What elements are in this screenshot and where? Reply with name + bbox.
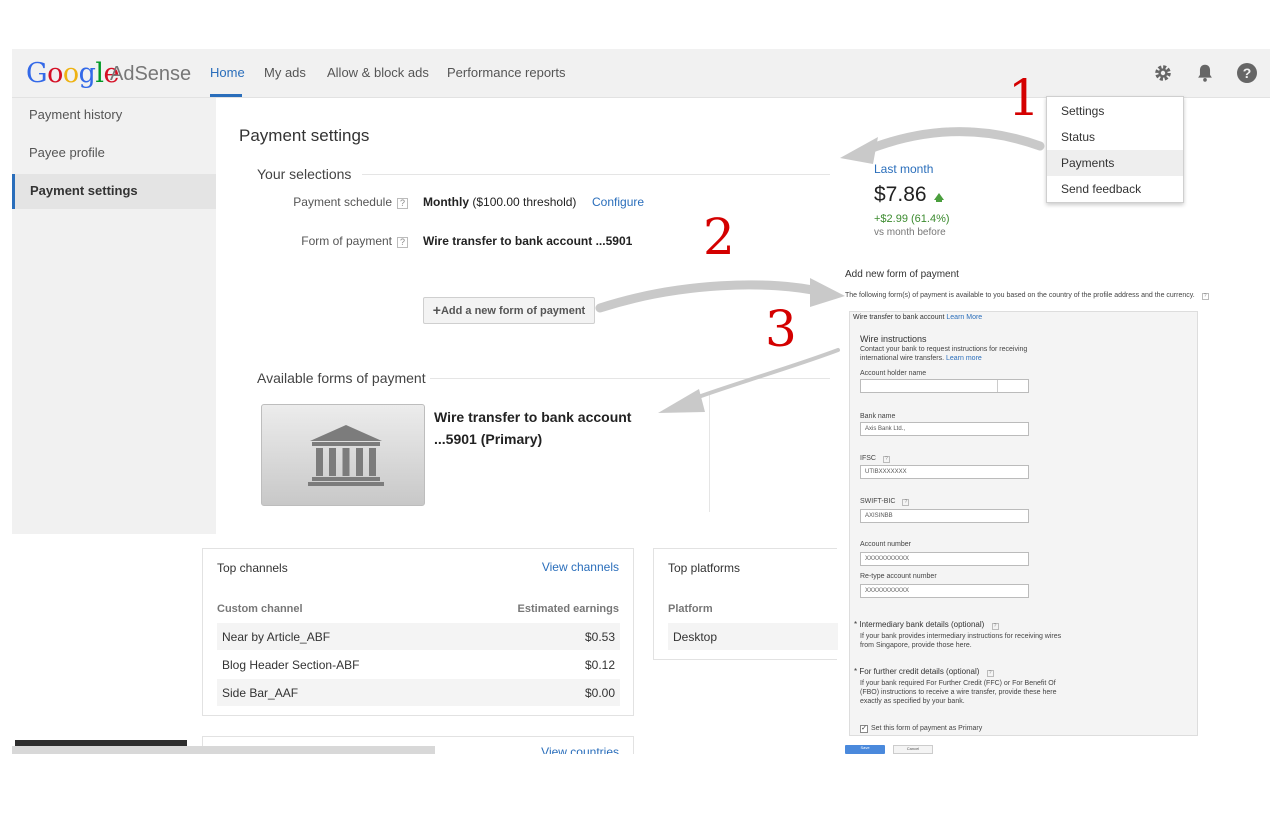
- top-platforms-title: Top platforms: [668, 561, 741, 575]
- arrow-1: [857, 127, 1045, 157]
- further-credit-text-3: exactly as specified by your bank.: [860, 698, 965, 705]
- intermediary-bank-text-2: from Singapore, provide those here.: [860, 642, 972, 649]
- top-channels-title: Top channels: [217, 561, 288, 575]
- table-row[interactable]: Near by Article_ABF $0.53: [217, 623, 620, 650]
- account-holder-input[interactable]: [860, 379, 1029, 393]
- channel-earnings: $0.53: [584, 630, 615, 644]
- channel-name: Near by Article_ABF: [222, 630, 331, 644]
- payment-availability-note: The following form(s) of payment is avai…: [845, 292, 1209, 300]
- learn-more-link[interactable]: Learn more: [946, 355, 982, 362]
- help-icon[interactable]: ?: [902, 499, 910, 506]
- annotation-number-two: 2: [703, 208, 735, 266]
- intermediary-bank-text: If your bank provides intermediary instr…: [860, 633, 1062, 640]
- ifsc-input[interactable]: UTIBXXXXXXX: [860, 465, 1029, 479]
- account-holder-label: Account holder name: [860, 370, 927, 377]
- account-number-input[interactable]: XXXXXXXXXXX: [860, 552, 1029, 566]
- arrow-1-head: [840, 137, 878, 164]
- further-credit-text-2: (FBO) instructions to receive a wire tra…: [860, 689, 1057, 696]
- wire-instructions-heading: Wire instructions: [860, 334, 927, 344]
- channel-name: Blog Header Section-ABF: [222, 658, 360, 672]
- account-number-label: Account number: [860, 541, 911, 548]
- retype-account-number-label: Re-type account number: [860, 573, 937, 580]
- arrow-3-head: [658, 389, 705, 413]
- table-row[interactable]: Desktop: [668, 623, 838, 650]
- save-button[interactable]: Save: [845, 745, 885, 754]
- primary-checkbox[interactable]: ✓: [860, 725, 868, 733]
- annotation-number-one: 1: [1008, 69, 1040, 127]
- learn-more-link[interactable]: Learn More: [946, 314, 982, 321]
- retype-account-number-input[interactable]: XXXXXXXXXXX: [860, 584, 1029, 598]
- further-credit-text: If your bank required For Further Credit…: [860, 680, 1056, 687]
- arrow-2-head: [810, 278, 845, 307]
- intermediary-bank-title[interactable]: * Intermediary bank details (optional) ?: [854, 620, 999, 630]
- cancel-button[interactable]: Cancel: [893, 745, 933, 754]
- help-icon[interactable]: ?: [991, 623, 999, 630]
- estimated-earnings-column-header: Estimated earnings: [517, 603, 619, 615]
- view-channels-link[interactable]: View channels: [542, 560, 619, 574]
- bank-name-input[interactable]: Axis Bank Ltd.,: [860, 422, 1029, 436]
- channel-earnings: $0.00: [584, 686, 615, 700]
- swift-bic-label: SWIFT-BIC ?: [860, 498, 910, 506]
- wire-instructions-text: Contact your bank to request instruction…: [860, 346, 1028, 353]
- table-row[interactable]: Side Bar_AAF $0.00: [217, 679, 620, 706]
- add-payment-form-title: Add new form of payment: [845, 269, 959, 280]
- platform-name: Desktop: [673, 630, 718, 644]
- primary-checkbox-label: Set this form of payment as Primary: [871, 725, 983, 732]
- top-channels-card: Top channels View channels Custom channe…: [202, 548, 634, 716]
- wire-instructions-text-2: international wire transfers. Learn more: [860, 355, 982, 362]
- custom-channel-column-header: Custom channel: [217, 603, 303, 615]
- wire-transfer-form-panel: Wire instructions Contact your bank to r…: [849, 311, 1198, 736]
- input-divider: [997, 380, 998, 392]
- view-countries-link[interactable]: View countries: [541, 745, 619, 754]
- ifsc-label: IFSC ?: [860, 455, 890, 463]
- help-icon[interactable]: ?: [882, 456, 890, 463]
- platform-column-header: Platform: [668, 603, 713, 615]
- help-icon[interactable]: ?: [986, 670, 994, 677]
- bottom-scrollbar[interactable]: [12, 746, 435, 754]
- channel-earnings: $0.12: [584, 658, 615, 672]
- channel-name: Side Bar_AAF: [222, 686, 299, 700]
- help-icon[interactable]: ?: [1201, 293, 1209, 300]
- bank-name-label: Bank name: [860, 413, 896, 420]
- arrow-3: [688, 348, 840, 402]
- further-credit-title[interactable]: * For further credit details (optional) …: [854, 667, 994, 677]
- annotation-number-three: 3: [765, 300, 797, 358]
- swift-bic-input[interactable]: AXISINBB: [860, 509, 1029, 523]
- top-platforms-card: Top platforms Platform Desktop: [653, 548, 838, 660]
- table-row[interactable]: Blog Header Section-ABF $0.12: [217, 651, 620, 678]
- wire-transfer-tab[interactable]: Wire transfer to bank account Learn More: [853, 314, 982, 321]
